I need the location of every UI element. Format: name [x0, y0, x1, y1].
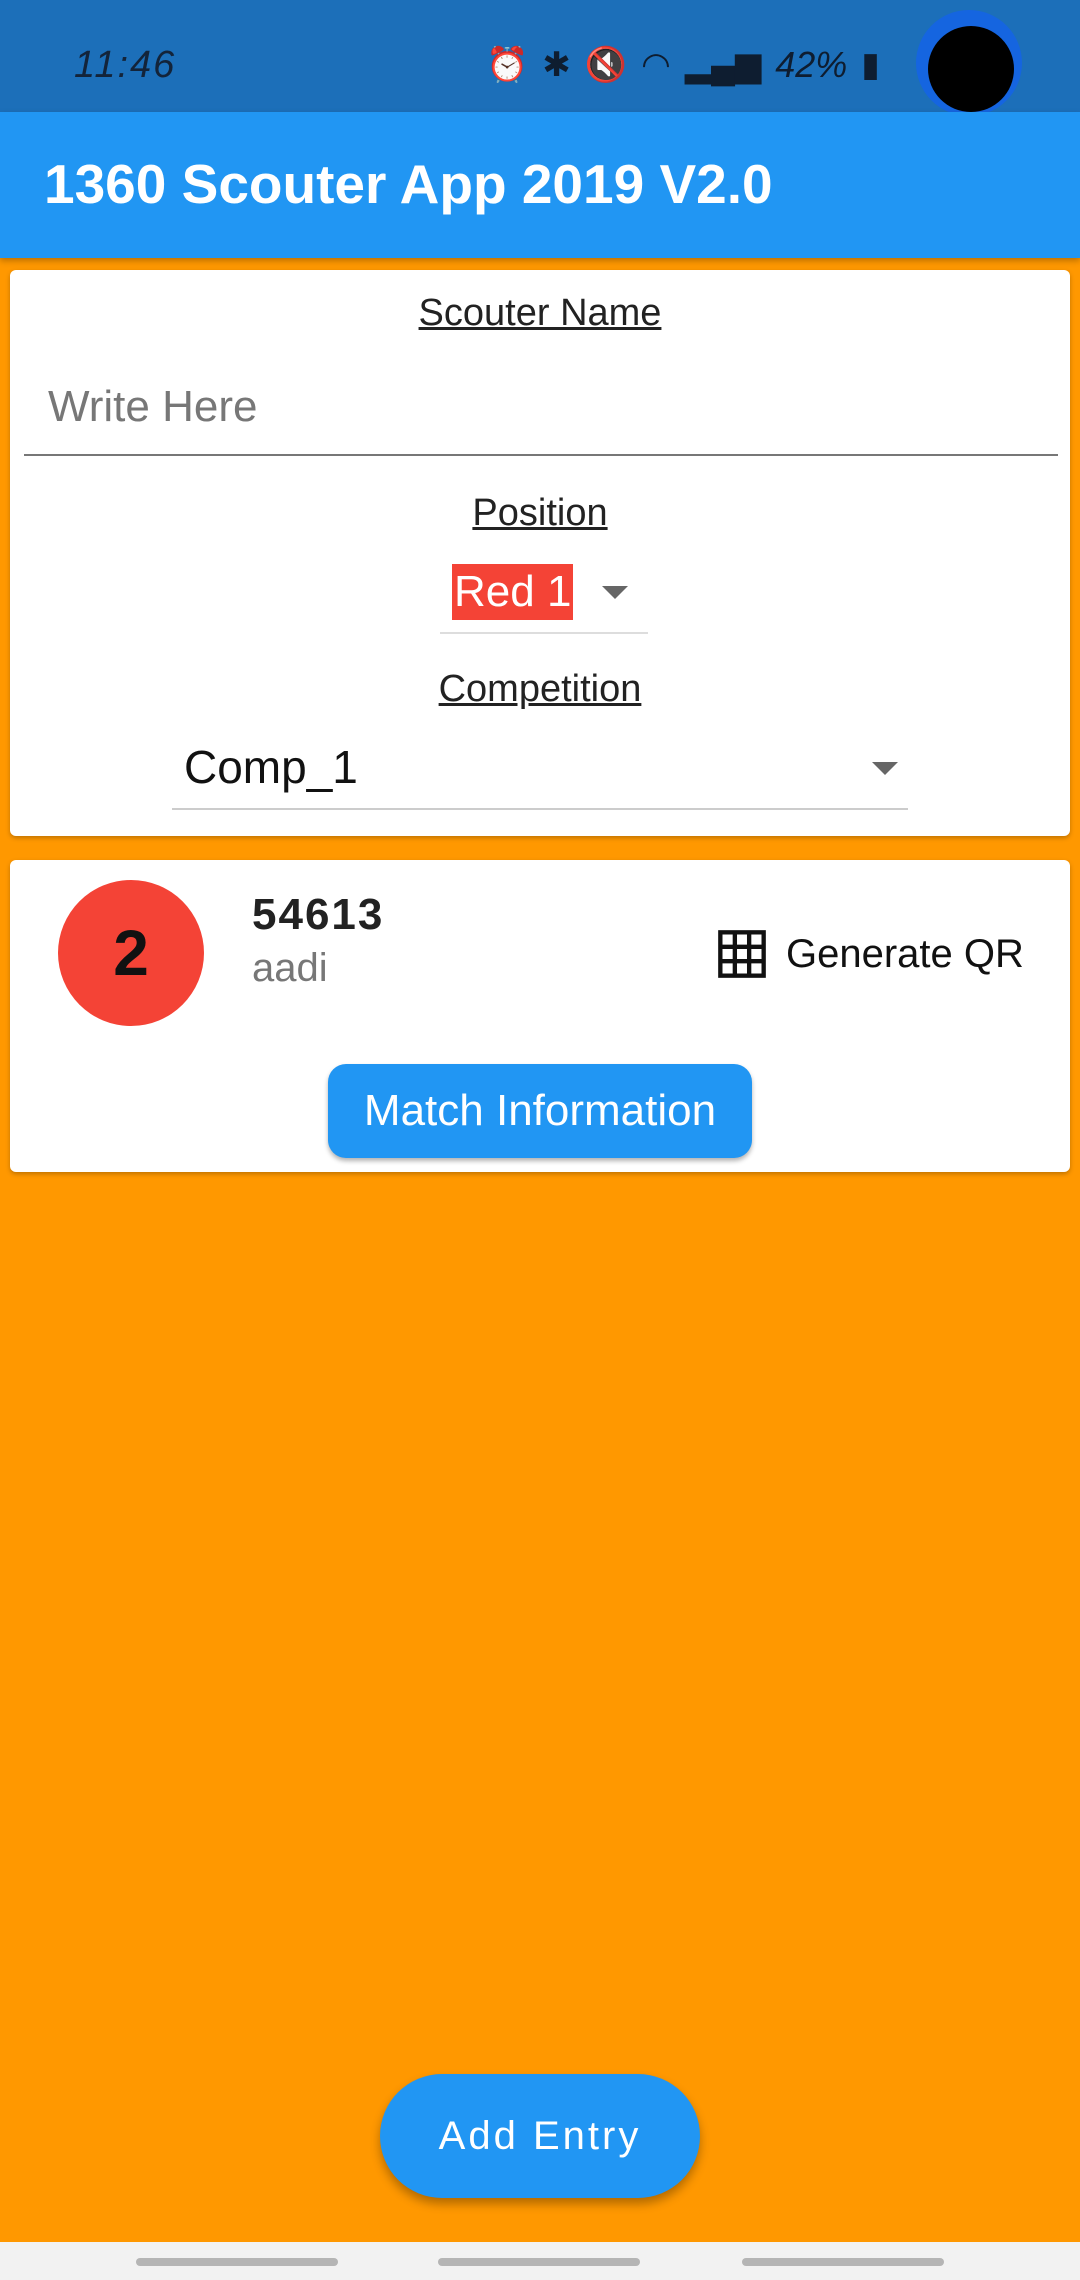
alarm-icon: ⏰	[485, 46, 529, 84]
competition-selected-value: Comp_1	[184, 741, 358, 793]
position-dropdown[interactable]: Red 1	[440, 562, 648, 634]
generate-qr-label: Generate QR	[786, 931, 1024, 976]
status-bar: 11:46 ⏰ ✱ 🔇 ◠ ▂▄▆ 42% ▮	[0, 0, 1080, 116]
nav-recents-handle[interactable]	[136, 2258, 338, 2266]
dropdown-arrow-icon	[602, 586, 628, 599]
match-information-button[interactable]: Match Information	[328, 1064, 752, 1158]
app-title: 1360 Scouter App 2019 V2.0	[44, 153, 773, 215]
dropdown-arrow-icon	[872, 762, 898, 775]
scouter-name-label: Scouter Name	[418, 292, 662, 334]
mute-icon: 🔇	[584, 46, 628, 84]
battery-icon: ▮	[861, 46, 880, 84]
signal-icon: ▂▄▆	[684, 46, 762, 84]
position-selected-value: Red 1	[452, 564, 574, 620]
nav-back-handle[interactable]	[742, 2258, 944, 2266]
grid-icon	[718, 930, 766, 978]
camera-cutout	[928, 26, 1014, 112]
bluetooth-icon: ✱	[542, 46, 571, 84]
scouter-name: aadi	[252, 946, 328, 990]
status-icons: ⏰ ✱ 🔇 ◠ ▂▄▆ 42% ▮	[486, 44, 880, 86]
position-label: Position	[472, 492, 608, 534]
match-badge-avatar: 2	[58, 880, 204, 1026]
scouter-name-input[interactable]	[24, 360, 1058, 456]
system-nav-bar	[0, 2242, 1080, 2280]
competition-label: Competition	[438, 668, 642, 710]
scouter-form-card: Scouter Name Position Red 1 Competition …	[10, 270, 1070, 836]
status-time: 11:46	[74, 44, 177, 86]
match-entry-card[interactable]: 2 54613 aadi Generate QR Match Informati…	[10, 860, 1070, 1172]
add-entry-button[interactable]: Add Entry	[380, 2074, 700, 2198]
app-bar: 1360 Scouter App 2019 V2.0	[0, 112, 1080, 258]
generate-qr-button[interactable]: Generate QR	[716, 924, 1024, 984]
nav-home-handle[interactable]	[438, 2258, 640, 2266]
battery-percent: 42%	[775, 44, 848, 85]
competition-dropdown[interactable]: Comp_1	[172, 732, 908, 810]
wifi-icon: ◠	[641, 46, 671, 84]
team-number: 54613	[252, 890, 385, 939]
